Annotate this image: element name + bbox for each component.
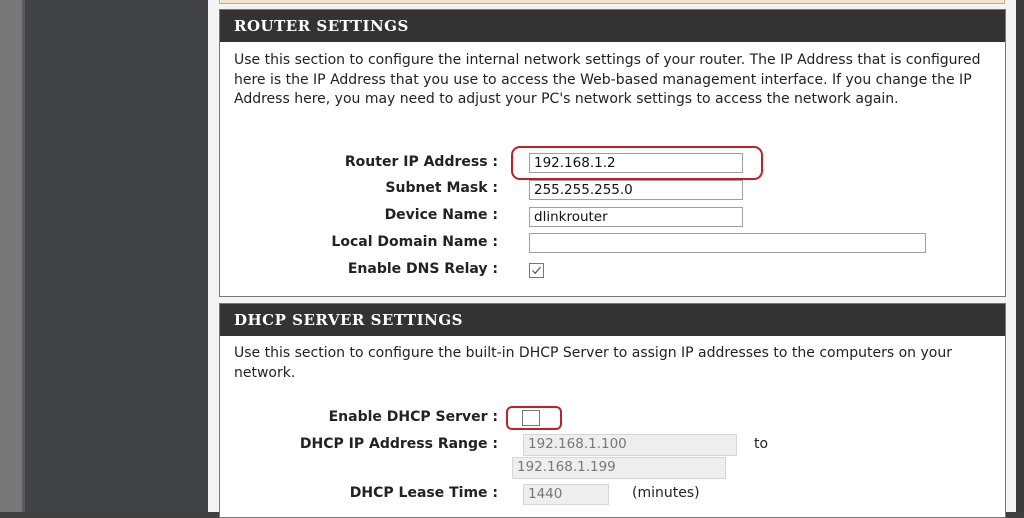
range-to-label: to [754, 436, 769, 452]
dhcp-settings-section: DHCP SERVER SETTINGS Use this section to… [219, 303, 1006, 518]
router-settings-description: Use this section to configure the intern… [234, 52, 981, 107]
dhcp-range-label: DHCP IP Address Range : [299, 436, 498, 452]
enable-dhcp-highlight [506, 406, 562, 430]
dns-relay-label: Enable DNS Relay : [347, 261, 498, 277]
dns-relay-checkbox[interactable] [529, 263, 544, 278]
dhcp-settings-description: Use this section to configure the built-… [234, 345, 952, 381]
dhcp-range-row: DHCP IP Address Range : [220, 434, 498, 456]
window-left-edge [0, 0, 22, 512]
local-domain-label: Local Domain Name : [331, 234, 498, 250]
dhcp-range-start-input[interactable]: 192.168.1.100 [523, 434, 737, 456]
right-border [1016, 0, 1024, 512]
device-name-input[interactable]: dlinkrouter [529, 207, 743, 227]
subnet-mask-input[interactable]: 255.255.255.0 [529, 180, 743, 200]
dns-relay-row: Enable DNS Relay : [220, 259, 498, 281]
lease-time-label: DHCP Lease Time : [349, 485, 498, 501]
device-name-label: Device Name : [384, 207, 498, 223]
lease-time-unit: (minutes) [632, 485, 700, 501]
sidebar [25, 0, 208, 512]
enable-dhcp-label: Enable DHCP Server : [328, 409, 498, 425]
router-settings-title: ROUTER SETTINGS [220, 10, 1005, 42]
subnet-mask-row: Subnet Mask : [220, 178, 498, 200]
router-ip-label: Router IP Address : [344, 154, 498, 170]
local-domain-input[interactable] [529, 233, 926, 253]
router-ip-row: Router IP Address : [220, 152, 498, 174]
dhcp-settings-title: DHCP SERVER SETTINGS [220, 304, 1005, 336]
lease-time-input[interactable]: 1440 [523, 484, 609, 505]
router-settings-section: ROUTER SETTINGS Use this section to conf… [219, 9, 1006, 297]
info-banner [219, 0, 1005, 4]
local-domain-row: Local Domain Name : [220, 232, 498, 254]
router-ip-highlight [511, 146, 763, 180]
dhcp-range-end-input[interactable]: 192.168.1.199 [512, 457, 726, 479]
checkmark-icon [532, 266, 541, 275]
enable-dhcp-row: Enable DHCP Server : [220, 407, 498, 429]
subnet-mask-label: Subnet Mask : [385, 180, 498, 196]
lease-time-row: DHCP Lease Time : [220, 483, 498, 505]
device-name-row: Device Name : [220, 205, 498, 227]
